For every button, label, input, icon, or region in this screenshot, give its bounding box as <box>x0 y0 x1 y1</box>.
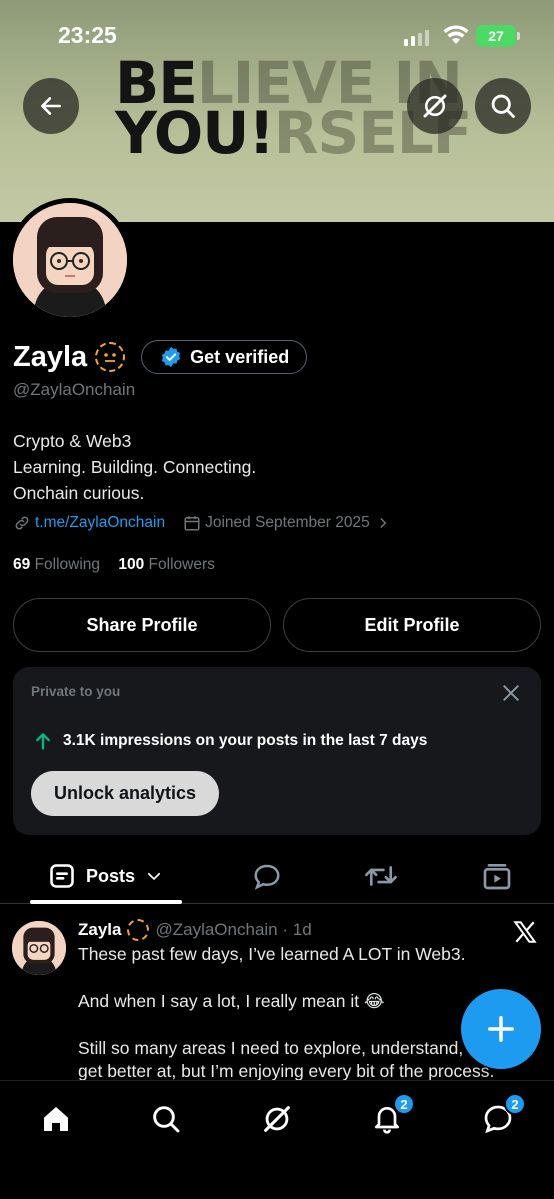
tab-posts-label: Posts <box>86 865 136 886</box>
back-button[interactable] <box>23 78 79 134</box>
name-row: Zayla Get verified <box>13 340 308 374</box>
arrow-left-icon <box>41 97 61 115</box>
repost-icon <box>365 866 397 886</box>
link-icon <box>15 516 29 530</box>
unlock-analytics-button[interactable]: Unlock analytics <box>31 771 220 816</box>
profile-meta: t.me/ZaylaOnchain Joined September 2025 <box>13 514 390 532</box>
impressions-row: 3.1K impressions on your posts in the la… <box>33 731 427 751</box>
followers-label: Followers <box>148 556 215 573</box>
joined-date[interactable]: Joined September 2025 <box>205 514 370 532</box>
post-avatar[interactable] <box>12 921 66 975</box>
profile-avatar[interactable] <box>8 198 132 322</box>
display-name: Zayla <box>13 340 88 373</box>
bio-line: Crypto & Web3 <box>13 431 132 451</box>
bottom-navigation: 2 2 <box>0 1080 554 1199</box>
banner-line2-bold: YOU! <box>115 99 275 167</box>
nav-messages[interactable]: 2 <box>478 1093 526 1139</box>
post-line: get better at, but I’m enjoying every bi… <box>78 1061 495 1080</box>
wifi-icon <box>443 25 469 44</box>
post-line: These past few days, I’ve learned A LOT … <box>78 944 466 964</box>
get-verified-label: Get verified <box>190 346 290 367</box>
chevron-down-icon[interactable] <box>145 867 163 885</box>
grok-icon <box>423 94 447 118</box>
nav-search[interactable] <box>146 1099 186 1139</box>
impressions-text: 3.1K impressions on your posts in the la… <box>63 732 428 749</box>
post-avatar-art <box>12 921 66 975</box>
posts-icon <box>50 864 74 888</box>
share-profile-button[interactable]: Share Profile <box>13 598 271 652</box>
search-button[interactable] <box>475 78 531 134</box>
profile-handle: @ZaylaOnchain <box>13 380 136 399</box>
battery-indicator: 27 <box>476 25 520 47</box>
profile-link[interactable]: t.me/ZaylaOnchain <box>35 514 165 532</box>
search-icon <box>153 1106 180 1133</box>
chevron-right-icon[interactable] <box>376 516 390 530</box>
search-icon <box>491 94 515 118</box>
following-link[interactable]: 69 Following <box>13 556 100 573</box>
x-logo-icon <box>513 921 537 943</box>
followers-count: 100 <box>118 556 145 573</box>
tab-reposts[interactable] <box>364 848 398 904</box>
messages-badge: 2 <box>504 1093 526 1115</box>
nav-notifications[interactable]: 2 <box>367 1093 415 1139</box>
tab-replies[interactable] <box>252 848 282 904</box>
verified-badge-icon <box>162 346 181 368</box>
bio-line: Onchain curious. <box>13 483 145 503</box>
home-icon <box>44 1107 68 1131</box>
bio-line: Learning. Building. Connecting. <box>13 457 257 477</box>
get-verified-button[interactable]: Get verified <box>141 340 308 374</box>
cellular-signal-icon <box>404 30 429 46</box>
profile-bio: Crypto & Web3 Learning. Building. Connec… <box>13 428 256 506</box>
grok-icon <box>264 1106 290 1132</box>
post-author-name[interactable]: Zayla <box>78 920 121 940</box>
avatar-image <box>13 203 127 317</box>
following-count: 69 <box>13 556 31 573</box>
calendar-icon <box>184 516 200 531</box>
status-time: 23:25 <box>58 22 117 48</box>
tab-posts[interactable]: Posts <box>48 848 163 904</box>
arrow-up-icon <box>36 733 50 750</box>
post-handle-time: @ZaylaOnchain · 1d <box>155 920 312 939</box>
notifications-badge: 2 <box>393 1093 415 1115</box>
profile-tabs: Posts <box>0 848 554 904</box>
nav-home[interactable] <box>36 1099 76 1139</box>
post-header: Zayla @ZaylaOnchain · 1d <box>78 919 312 941</box>
tab-videos[interactable] <box>481 848 513 904</box>
followers-link[interactable]: 100 Followers <box>118 556 215 573</box>
nav-grok[interactable] <box>257 1099 297 1139</box>
follow-counts: 69 Following 100 Followers <box>13 556 215 574</box>
pixel-avatar-art <box>13 203 127 317</box>
neutral-face-emoji-icon <box>95 342 126 372</box>
close-icon[interactable] <box>501 683 521 703</box>
grok-button[interactable] <box>407 78 463 134</box>
private-label: Private to you <box>31 684 121 699</box>
compose-post-button[interactable] <box>461 989 541 1069</box>
analytics-card: Private to you 3.1K impressions on your … <box>13 667 541 835</box>
following-label: Following <box>34 556 101 573</box>
status-bar: 23:25 27 <box>0 0 554 72</box>
video-icon <box>483 864 511 890</box>
edit-profile-button[interactable]: Edit Profile <box>283 598 541 652</box>
neutral-face-emoji-icon <box>127 919 150 941</box>
reply-bubble-icon <box>254 864 280 890</box>
plus-icon <box>488 1016 514 1042</box>
battery-level: 27 <box>488 28 504 44</box>
active-tab-indicator <box>30 900 182 904</box>
